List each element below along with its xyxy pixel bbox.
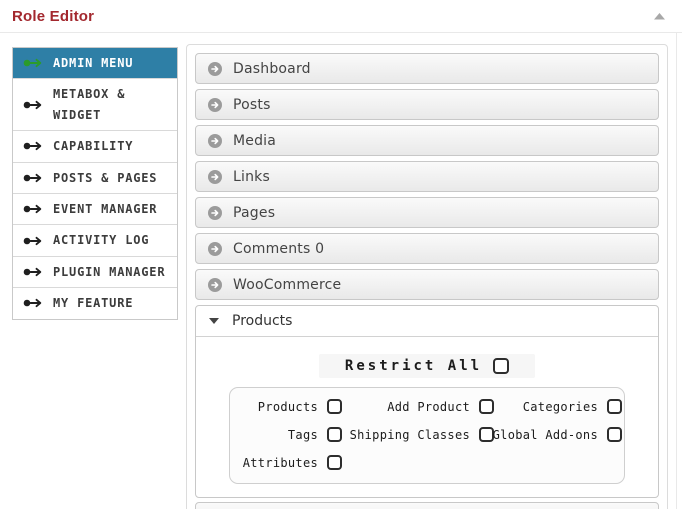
sidebar-menu: ADMIN MENU METABOX & WIDGET CAPABILITY P… bbox=[12, 47, 178, 320]
sidebar-item-label: ADMIN MENU bbox=[53, 56, 134, 70]
metabox-right-border bbox=[676, 33, 677, 509]
sidebar-item-admin-menu[interactable]: ADMIN MENU bbox=[13, 48, 177, 80]
accordion-header-media[interactable]: Media bbox=[195, 125, 659, 156]
sidebar-item-label: METABOX & WIDGET bbox=[53, 87, 126, 122]
accordion-section-products: Products Restrict All Products Add Produ bbox=[195, 305, 659, 498]
collapse-toggle-button[interactable] bbox=[652, 9, 666, 23]
checkbox-cell-categories: Categories bbox=[494, 399, 622, 414]
add-product-checkbox-label: Add Product bbox=[387, 399, 470, 414]
sidebar-item-plugin-manager[interactable]: PLUGIN MANAGER bbox=[13, 257, 177, 289]
accordion-label: Media bbox=[233, 132, 277, 149]
circle-arrow-icon bbox=[208, 133, 222, 148]
checkbox-cell-add-product: Add Product bbox=[342, 399, 494, 414]
accordion-header-comments[interactable]: Comments 0 bbox=[195, 233, 659, 264]
sidebar-item-my-feature[interactable]: MY FEATURE bbox=[13, 288, 177, 318]
dot-arrow-icon bbox=[23, 203, 44, 215]
attributes-checkbox-label: Attributes bbox=[242, 455, 318, 470]
circle-arrow-icon bbox=[208, 97, 222, 112]
accordion-label: Posts bbox=[233, 96, 271, 113]
tags-checkbox[interactable] bbox=[327, 427, 342, 442]
checkbox-cell-shipping-classes: Shipping Classes bbox=[342, 427, 494, 442]
dot-arrow-icon bbox=[23, 99, 44, 111]
sidebar-item-label: PLUGIN MANAGER bbox=[53, 264, 166, 279]
accordion-header-woocommerce[interactable]: WooCommerce bbox=[195, 269, 659, 300]
tags-checkbox-label: Tags bbox=[287, 427, 318, 442]
accordion-header-products[interactable]: Products bbox=[196, 306, 658, 337]
circle-arrow-icon bbox=[208, 205, 222, 220]
accordion-label: Dashboard bbox=[233, 60, 311, 77]
sidebar-item-metabox-widget[interactable]: METABOX & WIDGET bbox=[13, 79, 177, 132]
accordion-label: Comments 0 bbox=[233, 240, 325, 257]
sidebar-item-label: ACTIVITY LOG bbox=[53, 233, 150, 248]
attributes-checkbox[interactable] bbox=[327, 455, 342, 470]
products-checkbox-label: Products bbox=[257, 399, 318, 414]
products-checkbox-group: Products Add Product Categories Tags Shi… bbox=[229, 387, 625, 484]
restrict-all-row: Restrict All bbox=[318, 354, 536, 378]
accordion-header-partial[interactable] bbox=[195, 502, 659, 509]
page-title: Role Editor bbox=[12, 7, 95, 25]
restrict-all-checkbox[interactable] bbox=[493, 358, 510, 374]
admin-menu-accordion: Dashboard Posts Media Links Pages Commen… bbox=[186, 44, 668, 509]
shipping-classes-checkbox-label: Shipping Classes bbox=[349, 427, 470, 442]
categories-checkbox-label: Categories bbox=[522, 399, 598, 414]
sidebar-item-label: EVENT MANAGER bbox=[53, 201, 158, 216]
dot-arrow-icon bbox=[23, 172, 44, 184]
circle-arrow-icon bbox=[208, 61, 222, 76]
triangle-up-icon bbox=[653, 12, 665, 19]
checkbox-cell-global-add-ons: Global Add-ons bbox=[492, 427, 622, 442]
accordion-header-posts[interactable]: Posts bbox=[195, 89, 659, 120]
dot-arrow-icon bbox=[23, 297, 44, 309]
products-panel: Restrict All Products Add Product Catego… bbox=[196, 337, 658, 497]
global-add-ons-checkbox[interactable] bbox=[607, 427, 622, 442]
triangle-down-icon bbox=[209, 318, 219, 324]
accordion-label: Links bbox=[233, 168, 270, 185]
circle-arrow-icon bbox=[208, 241, 222, 256]
dot-arrow-icon bbox=[23, 57, 44, 69]
metabox-body: ADMIN MENU METABOX & WIDGET CAPABILITY P… bbox=[0, 33, 682, 509]
sidebar-item-capability[interactable]: CAPABILITY bbox=[13, 131, 177, 163]
dot-arrow-icon bbox=[23, 140, 44, 152]
sidebar-item-label: MY FEATURE bbox=[53, 296, 134, 311]
role-editor-metabox: Role Editor ADMIN MENU METABOX & WIDGET … bbox=[0, 0, 682, 509]
sidebar-item-label: POSTS & PAGES bbox=[53, 170, 158, 185]
accordion-header-pages[interactable]: Pages bbox=[195, 197, 659, 228]
add-product-checkbox[interactable] bbox=[479, 399, 494, 414]
checkbox-cell-products: Products bbox=[244, 399, 342, 414]
sidebar-item-activity-log[interactable]: ACTIVITY LOG bbox=[13, 225, 177, 257]
accordion-label: WooCommerce bbox=[233, 276, 342, 293]
sidebar-item-label: CAPABILITY bbox=[53, 139, 134, 154]
circle-arrow-icon bbox=[208, 169, 222, 184]
restrict-all-label: Restrict All bbox=[344, 358, 483, 374]
global-add-ons-checkbox-label: Global Add-ons bbox=[492, 427, 598, 442]
accordion-header-dashboard[interactable]: Dashboard bbox=[195, 53, 659, 84]
circle-arrow-icon bbox=[208, 277, 222, 292]
dot-arrow-icon bbox=[23, 235, 44, 247]
sidebar-item-posts-pages[interactable]: POSTS & PAGES bbox=[13, 163, 177, 194]
products-checkbox[interactable] bbox=[327, 399, 342, 414]
checkbox-cell-tags: Tags bbox=[244, 427, 342, 442]
categories-checkbox[interactable] bbox=[607, 399, 622, 414]
accordion-header-links[interactable]: Links bbox=[195, 161, 659, 192]
metabox-header: Role Editor bbox=[0, 0, 682, 33]
checkbox-cell-attributes: Attributes bbox=[242, 455, 342, 470]
sidebar-item-event-manager[interactable]: EVENT MANAGER bbox=[13, 194, 177, 226]
accordion-label: Products bbox=[232, 313, 293, 329]
dot-arrow-icon bbox=[23, 266, 44, 278]
accordion-label: Pages bbox=[233, 204, 276, 221]
